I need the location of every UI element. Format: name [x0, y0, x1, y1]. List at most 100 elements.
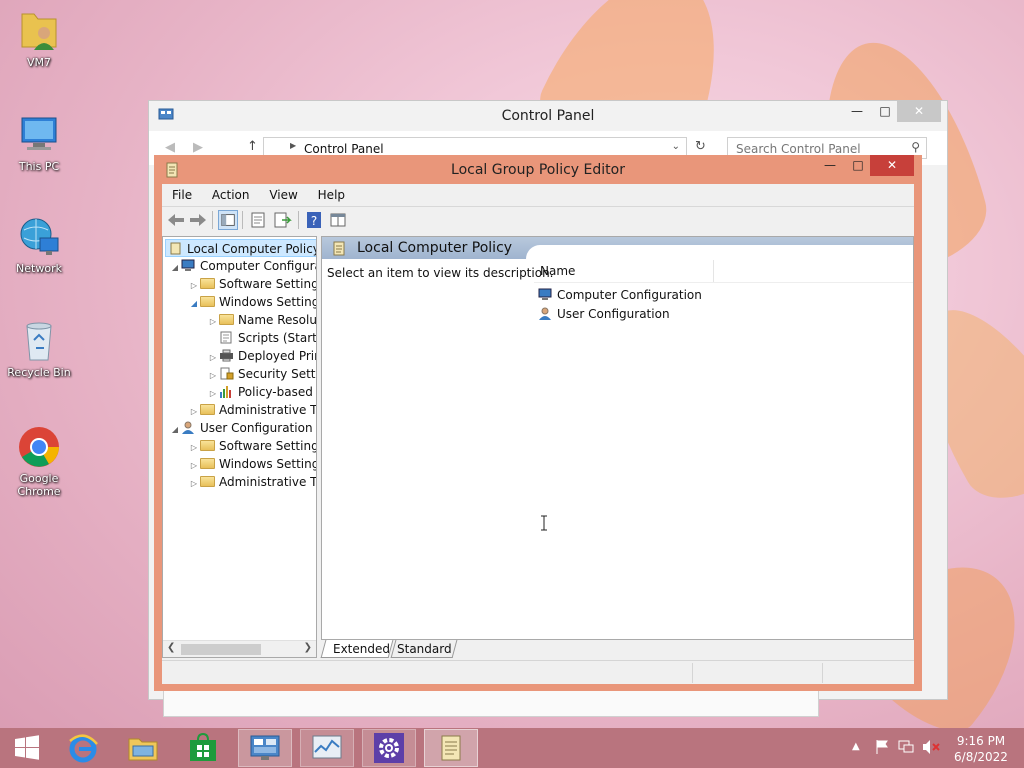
tree-item-computer-software-settings[interactable]: ▷ Software Settings [188, 275, 316, 293]
forward-arrow-icon[interactable] [188, 210, 208, 230]
taskbar-store[interactable] [176, 729, 230, 767]
tree-item-label: Windows Setting [219, 457, 317, 471]
list-item-user-configuration[interactable]: User Configuration [538, 305, 670, 323]
search-input[interactable]: Search Control Panel [736, 142, 861, 156]
desktop-icon-google-chrome[interactable]: Google Chrome [1, 424, 77, 498]
computer-icon [538, 288, 552, 300]
gpedit-title: Local Group Policy Editor [451, 162, 625, 178]
details-pane[interactable]: Local Computer Policy Select an item to … [321, 236, 914, 640]
up-arrow-icon[interactable]: ↑ [247, 139, 258, 154]
control-panel-bottom-strip [163, 691, 819, 717]
menu-file[interactable]: File [164, 184, 200, 206]
volume-muted-icon[interactable] [922, 739, 940, 755]
tree-item-security-settings[interactable]: ▷ Security Settir [207, 365, 317, 383]
computer-icon [21, 117, 57, 150]
taskbar-file-explorer[interactable] [116, 729, 170, 767]
tree-pane[interactable]: Local Computer Policy ◢ Computer Configur… [162, 236, 317, 658]
minimize-button[interactable]: — [843, 101, 871, 122]
tree-item-scripts[interactable]: Scripts (Startu [219, 329, 317, 347]
show-hidden-icons-icon[interactable]: ▲ [852, 741, 860, 752]
tree-item-user-software-settings[interactable]: ▷ Software Settings [188, 437, 316, 455]
menu-view[interactable]: View [261, 184, 305, 206]
collapsed-triangle-icon[interactable]: ▷ [207, 313, 219, 331]
tree-item-user-administrative-templates[interactable]: ▷ Administrative Te [188, 473, 316, 493]
view-pane-icon[interactable] [328, 210, 348, 230]
refresh-icon[interactable]: ↻ [695, 139, 706, 154]
tree-item-label: Security Settir [238, 367, 317, 381]
tree-item-computer-administrative-templates[interactable]: ▷ Administrative Te [188, 401, 317, 419]
tree-item-computer-configuration[interactable]: ◢ Computer Configura [169, 257, 316, 277]
text-cursor-icon [541, 515, 547, 531]
gpedit-titlebar[interactable]: Local Group Policy Editor — □ ✕ [154, 155, 922, 185]
details-heading: Local Computer Policy [357, 240, 513, 256]
taskbar-performance-monitor[interactable] [300, 729, 354, 767]
gpedit-client: File Action View Help ? Local Computer P… [162, 184, 914, 684]
computer-icon [181, 259, 195, 271]
user-icon [539, 307, 551, 320]
scroll-right-icon[interactable]: ❯ [304, 642, 312, 653]
desktop-icon-label: Network [16, 262, 62, 275]
scrollbar-thumb[interactable] [181, 644, 261, 655]
tree-item-label: Scripts (Startu [238, 331, 317, 345]
collapsed-triangle-icon[interactable]: ▷ [188, 475, 200, 493]
start-button[interactable] [0, 729, 54, 767]
help-icon[interactable]: ? [304, 210, 324, 230]
chevron-down-icon[interactable]: ⌄ [672, 141, 680, 152]
minimize-button[interactable]: — [816, 155, 844, 176]
tree-item-policy-based-qos[interactable]: ▷ Policy-based [207, 383, 313, 401]
back-arrow-icon[interactable]: ◀ [165, 140, 175, 155]
tree-item-name-resolution-policy[interactable]: ▷ Name Resolu [207, 311, 316, 331]
control-panel-titlebar[interactable]: Control Panel — □ ✕ [149, 101, 947, 131]
control-panel-icon [250, 735, 280, 760]
desktop-icon-recycle-bin[interactable]: Recycle Bin [1, 318, 77, 379]
policy-scroll-icon [441, 735, 461, 761]
tree-item-label: Administrative Te [219, 403, 317, 417]
toolbar-separator [242, 211, 243, 229]
properties-icon[interactable] [248, 210, 268, 230]
taskbar-settings[interactable] [362, 729, 416, 767]
list-item-computer-configuration[interactable]: Computer Configuration [538, 286, 702, 304]
expanded-triangle-icon[interactable]: ◢ [169, 421, 181, 439]
export-list-icon[interactable] [272, 210, 292, 230]
search-icon[interactable]: ⚲ [911, 140, 920, 154]
network-status-icon[interactable] [898, 739, 914, 755]
close-button[interactable]: ✕ [870, 155, 914, 176]
column-header-name[interactable]: Name [534, 260, 714, 282]
tab-standard-label: Standard [397, 642, 452, 656]
tree-item-user-configuration[interactable]: ◢ User Configuration [169, 419, 313, 437]
expanded-triangle-icon[interactable]: ◢ [188, 295, 200, 313]
desktop-icon-vm7[interactable]: VM7 [1, 8, 77, 69]
gpedit-window[interactable]: Local Group Policy Editor — □ ✕ File Act… [154, 155, 922, 691]
tree-item-deployed-printers[interactable]: ▷ Deployed Prir [207, 347, 317, 365]
tree-item-computer-windows-settings[interactable]: ◢ Windows Setting [188, 293, 316, 313]
desktop-icon-this-pc[interactable]: This PC [1, 112, 77, 173]
folder-icon [219, 314, 234, 325]
control-panel-title: Control Panel [501, 108, 595, 124]
taskbar-control-panel[interactable] [238, 729, 292, 767]
clock[interactable]: 9:16 PM 6/8/2022 [946, 733, 1016, 765]
back-arrow-icon[interactable] [166, 210, 186, 230]
show-hide-tree-icon[interactable] [218, 210, 238, 230]
menu-help[interactable]: Help [310, 184, 353, 206]
desktop-icon-label: This PC [18, 160, 60, 173]
desktop-icon-network[interactable]: Network [1, 214, 77, 275]
file-explorer-icon [128, 738, 158, 761]
maximize-button[interactable]: □ [871, 101, 899, 122]
tree-item-user-windows-settings[interactable]: ▷ Windows Setting [188, 455, 317, 473]
folder-icon [200, 440, 215, 451]
taskbar-internet-explorer[interactable] [56, 729, 110, 767]
taskbar-group-policy-editor[interactable] [424, 729, 478, 767]
menu-action[interactable]: Action [204, 184, 258, 206]
column-divider [534, 282, 913, 283]
horizontal-scrollbar[interactable]: ❮ ❯ [163, 640, 316, 657]
scroll-left-icon[interactable]: ❮ [167, 642, 175, 653]
maximize-button[interactable]: □ [844, 155, 872, 176]
action-center-flag-icon[interactable] [874, 739, 890, 755]
forward-arrow-icon[interactable]: ▶ [193, 140, 203, 155]
expanded-triangle-icon[interactable]: ◢ [169, 259, 181, 277]
status-divider [822, 663, 823, 683]
tree-item-label: Deployed Prir [238, 349, 317, 363]
close-button[interactable]: ✕ [897, 101, 941, 122]
network-globe-icon [20, 218, 59, 255]
tree-item-local-computer-policy[interactable]: Local Computer Policy [165, 239, 316, 257]
